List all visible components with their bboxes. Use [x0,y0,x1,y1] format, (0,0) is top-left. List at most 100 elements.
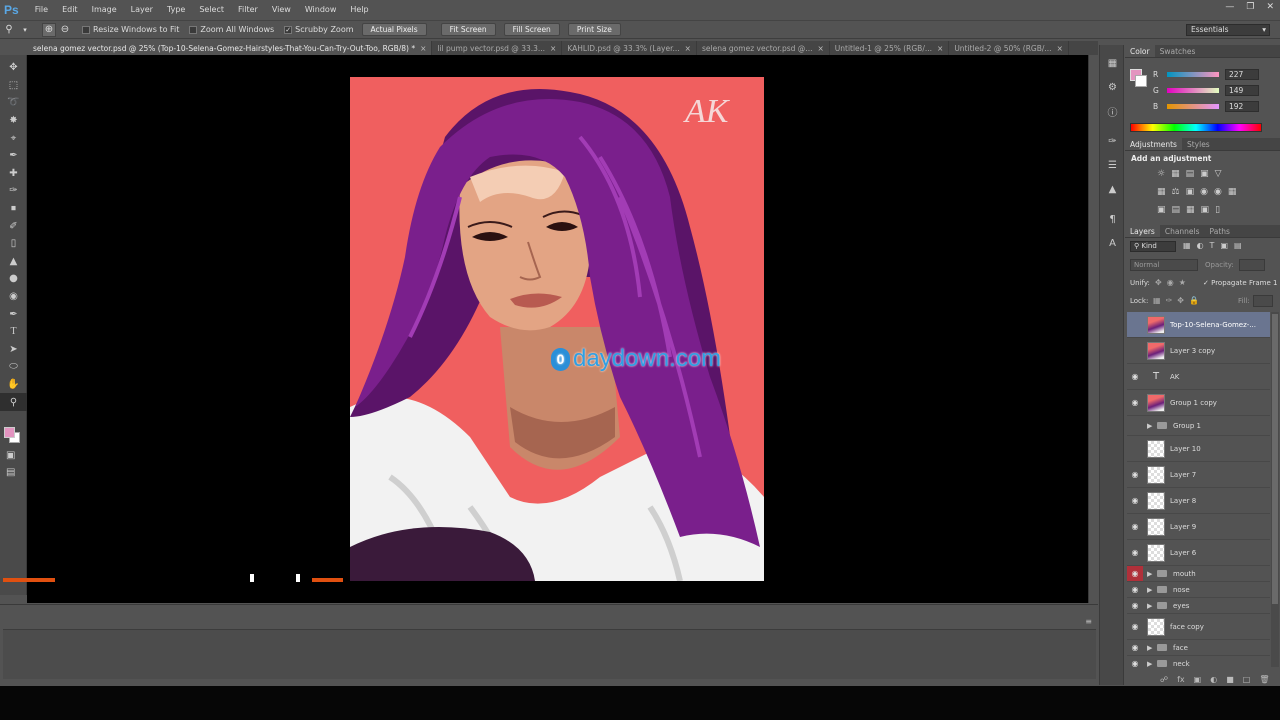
menu-layer[interactable]: Layer [124,5,160,14]
fill-field[interactable] [1253,295,1273,307]
menu-type[interactable]: Type [160,5,192,14]
lock-all-icon[interactable]: 🔒 [1189,296,1199,305]
eye-icon[interactable]: ◉ [1127,496,1143,505]
print-size-button[interactable]: Print Size [567,23,621,36]
move-tool-icon[interactable]: ✥ [0,59,27,77]
fill-screen-button[interactable]: Fill Screen [503,23,560,36]
eye-icon[interactable]: ◉ [1127,548,1143,557]
posterize-icon[interactable]: ▤ [1172,205,1181,215]
hue-saturation-icon[interactable]: ▦ [1157,187,1166,197]
eraser-tool-icon[interactable]: ▯ [0,235,27,253]
resize-windows-checkbox[interactable]: Resize Windows to Fit [82,25,179,34]
red-value[interactable]: 227 [1225,69,1259,80]
color-balance-icon[interactable]: ⚖ [1172,187,1180,197]
invert-icon[interactable]: ▣ [1157,205,1166,215]
zoom-tool-icon[interactable]: ⚲ [2,23,16,37]
history-icon[interactable]: ▦ [1100,51,1125,75]
eye-icon[interactable]: ◉ [1127,622,1143,631]
layer-row[interactable]: ◉ ▶ mouth [1127,566,1270,582]
add-mask-icon[interactable]: ▣ [1194,675,1202,684]
selective-color-icon[interactable]: ▣ [1201,205,1210,215]
layer-filter-select[interactable]: ⚲ Kind [1130,241,1176,252]
tab-swatches[interactable]: Swatches [1155,45,1201,57]
eye-icon[interactable]: ◉ [1127,522,1143,531]
healing-brush-icon[interactable]: ✚ [0,165,27,183]
tab-styles[interactable]: Styles [1182,138,1215,150]
eyedropper-tool-icon[interactable]: ✒ [0,147,27,165]
path-select-icon[interactable]: ➤ [0,341,27,359]
doc-tab[interactable]: lil pump vector.psd @ 33.3... × [432,41,563,55]
layer-row[interactable]: ◉ ▶ nose [1127,582,1270,598]
opacity-field[interactable] [1239,259,1265,271]
new-adjustment-icon[interactable]: ◐ [1210,675,1217,684]
layer-row[interactable]: Layer 3 copy [1127,338,1270,364]
red-slider[interactable] [1167,72,1219,77]
layer-row[interactable]: ◉ Layer 8 [1127,488,1270,514]
expand-arrow-icon[interactable]: ▶ [1147,660,1155,668]
stamp-tool-icon[interactable]: ⏹ [0,200,27,218]
channel-mixer-icon[interactable]: ◉ [1214,187,1222,197]
close-icon[interactable]: ✕ [1266,2,1274,12]
tab-adjustments[interactable]: Adjustments [1125,138,1182,150]
doc-tab[interactable]: Untitled-1 @ 25% (RGB/... × [830,41,950,55]
close-icon[interactable]: × [1057,44,1063,53]
doc-tab[interactable]: KAHLID.psd @ 33.3% (Layer... × [562,41,697,55]
expand-arrow-icon[interactable]: ▶ [1147,586,1155,594]
menu-file[interactable]: File [28,5,55,14]
eye-icon[interactable]: ◉ [1127,372,1143,381]
color-lookup-icon[interactable]: ▦ [1228,187,1237,197]
dodge-tool-icon[interactable]: ◉ [0,288,27,306]
tab-paths[interactable]: Paths [1205,225,1235,237]
hand-tool-icon[interactable]: ✋ [0,376,27,394]
green-slider[interactable] [1167,88,1219,93]
scrubby-zoom-checkbox[interactable]: ✓ Scrubby Zoom [284,25,354,34]
tool-preset-chevron-icon[interactable]: ▾ [18,23,32,37]
pen-tool-icon[interactable]: ✒ [0,305,27,323]
expand-arrow-icon[interactable]: ▶ [1147,422,1155,430]
layer-row[interactable]: Top-10-Selena-Gomez-... [1127,312,1270,338]
layer-row[interactable]: ◉ face copy [1127,614,1270,640]
pixel-filter-icon[interactable]: ▦ [1183,241,1191,250]
clone-source-icon[interactable]: ▲ [1100,177,1125,201]
adjust-icon[interactable]: ☰ [1100,153,1125,177]
layer-row[interactable]: ◉ Layer 9 [1127,514,1270,540]
zoom-out-icon[interactable]: ⊖ [58,23,72,37]
horizontal-scrollbar[interactable] [3,574,1083,584]
scroll-thumb[interactable] [1272,314,1278,604]
unify-position-icon[interactable]: ✥ [1155,278,1162,287]
eye-icon[interactable]: ◉ [1127,566,1143,581]
layer-row[interactable]: ◉ Group 1 copy [1127,390,1270,416]
tab-channels[interactable]: Channels [1160,225,1205,237]
foreground-color-swatch[interactable] [4,427,15,438]
new-layer-icon[interactable]: □ [1243,675,1251,684]
lock-transparency-icon[interactable]: ▦ [1153,296,1161,305]
close-icon[interactable]: × [550,44,556,53]
vibrance-icon[interactable]: ▽ [1215,169,1222,179]
lock-position-icon[interactable]: ✥ [1177,296,1184,305]
blur-tool-icon[interactable]: ● [0,270,27,288]
menu-image[interactable]: Image [85,5,124,14]
blue-slider[interactable] [1167,104,1219,109]
background-color-chip[interactable] [1135,75,1147,87]
zoom-in-icon[interactable]: ⊕ [42,22,56,37]
brightness-icon[interactable]: ☼ [1157,169,1165,179]
workspace-select[interactable]: Essentials ▾ [1186,24,1270,36]
gradient-map-icon[interactable]: ▯ [1215,205,1220,215]
close-icon[interactable]: × [817,44,823,53]
curves-icon[interactable]: ▤ [1186,169,1195,179]
blue-value[interactable]: 192 [1225,101,1259,112]
brush-tool-icon[interactable]: ✑ [0,182,27,200]
quick-select-tool-icon[interactable]: ✸ [0,112,27,130]
eye-icon[interactable]: ◉ [1127,643,1143,652]
expand-arrow-icon[interactable]: ▶ [1147,570,1155,578]
black-white-icon[interactable]: ▣ [1186,187,1195,197]
menu-select[interactable]: Select [192,5,231,14]
type-tool-icon[interactable]: T [0,323,27,341]
type-filter-icon[interactable]: T [1210,241,1215,250]
screen-mode-icon[interactable]: ▤ [6,467,15,478]
menu-filter[interactable]: Filter [231,5,265,14]
trash-icon[interactable]: 🗑 [1259,675,1269,684]
properties-icon[interactable]: ⚙ [1100,75,1125,99]
new-group-icon[interactable]: ■ [1226,675,1234,684]
menu-edit[interactable]: Edit [55,5,85,14]
